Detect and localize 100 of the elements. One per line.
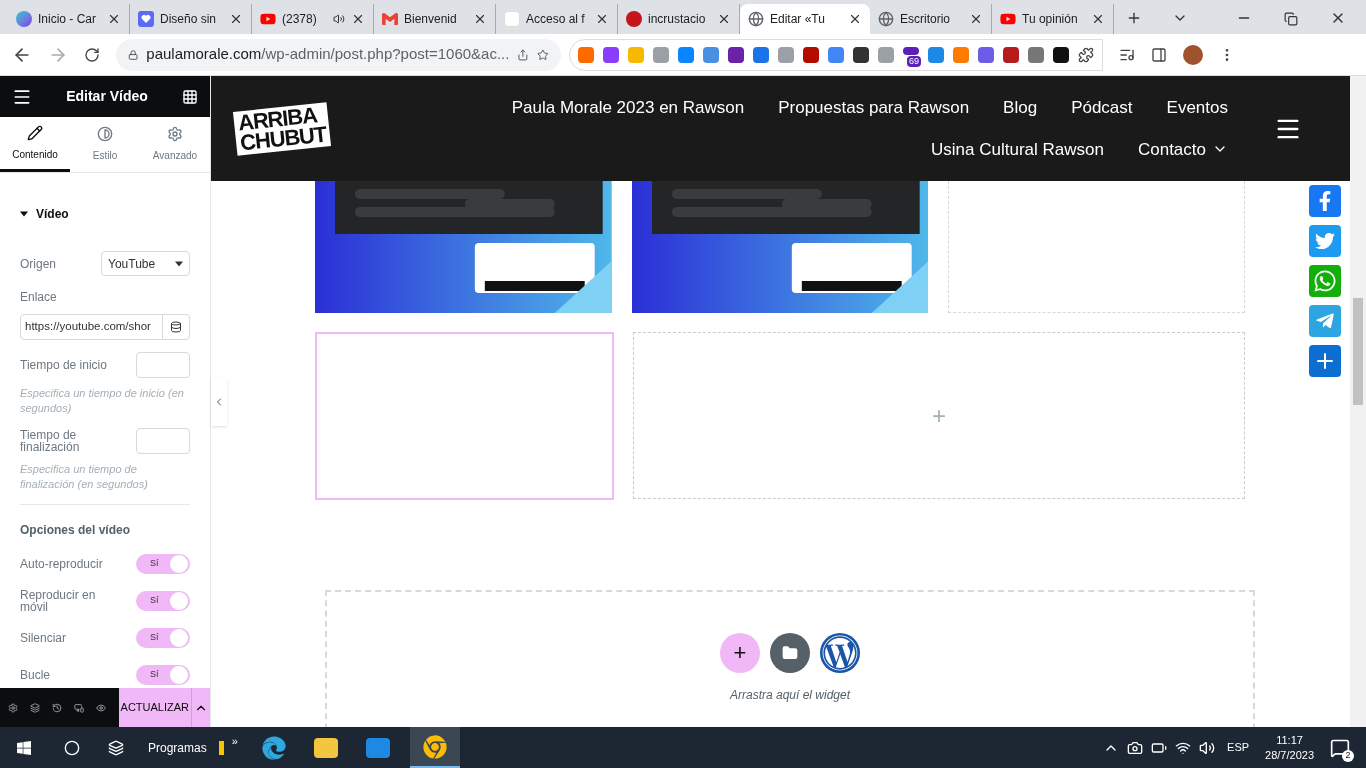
settings-icon[interactable] (8, 700, 19, 715)
notification-count: 2 (1342, 749, 1354, 762)
option-label: Reproducir en móvil (20, 588, 97, 613)
restore-icon[interactable] (1284, 12, 1298, 26)
collapse-handle[interactable] (211, 378, 227, 426)
play-icon (1000, 11, 1016, 27)
tab-title: Editar «Tu (770, 11, 826, 28)
toolbar-marker (218, 740, 224, 755)
toggle-switch[interactable]: Sí (136, 590, 190, 611)
play-icon (260, 11, 276, 27)
edge-icon[interactable] (261, 735, 286, 760)
option-label: Bucle (20, 668, 52, 681)
clock[interactable]: 11:17 28/7/2023 (1265, 732, 1314, 763)
contrast-icon (97, 126, 113, 142)
add-section-button[interactable]: + (720, 633, 760, 673)
apps-grid-icon[interactable] (182, 88, 198, 105)
mail-icon (382, 11, 398, 27)
toggle-switch[interactable]: Sí (136, 664, 190, 685)
close-icon[interactable] (107, 12, 121, 26)
field-label: Origen (20, 255, 57, 273)
section-header[interactable]: Vídeo (20, 205, 190, 223)
panel-tab[interactable]: Avanzado (140, 117, 210, 172)
telegram-icon[interactable] (1315, 311, 1335, 331)
close-icon[interactable] (848, 12, 862, 26)
tab-title: Diseño sin (160, 11, 218, 28)
option-label: Auto-reproducir (20, 557, 104, 570)
option-label: Silenciar (20, 631, 68, 644)
notification-icon[interactable] (1330, 737, 1350, 758)
layers-icon[interactable] (30, 700, 41, 715)
close-icon[interactable] (595, 12, 609, 26)
close-icon[interactable] (717, 12, 731, 26)
reload-icon[interactable] (84, 46, 100, 63)
nav-link[interactable]: Paula Morale 2023 en Rawson (511, 95, 745, 121)
pencil-icon (27, 124, 43, 141)
extension-icon[interactable] (853, 46, 869, 63)
extension-icon[interactable] (1053, 46, 1069, 63)
tab-title: Bienvenid (404, 11, 458, 28)
overflow-chevron[interactable]: » (231, 733, 238, 750)
browser-tab[interactable]: Editar «Tu (740, 4, 870, 34)
side-panel-icon[interactable] (1151, 46, 1167, 63)
close-icon[interactable] (1091, 12, 1105, 26)
volume-icon[interactable] (1199, 739, 1216, 756)
panel-title: Editar Vídeo (66, 87, 148, 106)
nav-link[interactable]: Blog (1003, 95, 1038, 121)
field-label: Tiempo de finalización (20, 429, 81, 453)
url-text: paulamorale.com/wp-admin/post.php?post=1060&ac... (146, 44, 510, 65)
toggle-switch[interactable]: Sí (136, 553, 190, 574)
field-hint: Especifica un tiempo de inicio (en segundos) (20, 386, 185, 416)
site-icon (626, 11, 642, 27)
folder-icon[interactable] (782, 645, 798, 661)
site-logo[interactable]: ARRIBA CHUBUT (232, 101, 332, 156)
scrollbar-thumb[interactable] (1353, 298, 1363, 405)
globe-icon (748, 11, 764, 27)
close-icon[interactable] (229, 12, 243, 26)
extension-icon[interactable] (803, 46, 819, 63)
mail-icon[interactable] (365, 737, 390, 758)
twitter-icon[interactable] (1315, 231, 1335, 251)
task-view-icon[interactable] (108, 739, 124, 756)
caret-icon (175, 260, 183, 267)
toggle-switch[interactable]: Sí (136, 627, 190, 648)
nav-link[interactable]: Pódcast (1071, 95, 1133, 121)
start-icon[interactable] (16, 739, 32, 756)
close-icon[interactable] (969, 12, 983, 26)
end-time-field[interactable] (136, 428, 190, 454)
new-tab-icon[interactable] (1126, 10, 1142, 26)
panel-tab[interactable]: Estilo (70, 117, 140, 172)
whatsapp-icon[interactable] (1313, 269, 1337, 293)
speaker-icon[interactable] (333, 13, 345, 25)
nav-link[interactable]: Propuestas para Rawson (778, 95, 970, 121)
language-indicator[interactable]: ESP (1227, 739, 1250, 756)
tab-title: (2378) (282, 11, 318, 28)
extension-icon[interactable] (728, 46, 744, 63)
tab-title: incrustacio (648, 11, 707, 28)
nav-link[interactable]: Contacto (1137, 136, 1228, 162)
start-time-field[interactable] (136, 352, 190, 378)
drop-hint: Arrastra aquí el widget (729, 687, 851, 704)
extensions-icon[interactable] (1078, 46, 1094, 63)
tab-title: Tu opinión (1022, 11, 1079, 28)
panel-tab[interactable]: Contenido (0, 117, 70, 172)
profile-avatar[interactable] (1183, 44, 1203, 65)
extension-icon[interactable] (903, 46, 919, 55)
chrome-icon[interactable] (422, 734, 447, 759)
nav-link[interactable]: Usina Cultural Rawson (931, 136, 1104, 162)
address-bar[interactable]: paulamorale.com/wp-admin/post.php?post=1060&ac... (116, 38, 561, 71)
close-icon[interactable] (473, 12, 487, 26)
settings-icon (167, 126, 183, 142)
field-hint: Especifica un tiempo de finalización (en segundos) (20, 462, 190, 505)
folder-icon[interactable] (313, 737, 338, 758)
close-icon[interactable] (351, 12, 365, 26)
nav-link[interactable]: Eventos (1166, 95, 1228, 121)
origin-select[interactable]: YouTube (101, 251, 190, 276)
lock-icon (128, 47, 139, 62)
wordpress-icon[interactable] (822, 635, 858, 671)
count-badge: 69 (907, 55, 921, 67)
search-icon[interactable] (64, 739, 80, 756)
extension-icon[interactable] (1003, 46, 1019, 63)
toolbar-label[interactable]: Programas (148, 738, 207, 757)
globe-icon (878, 11, 894, 27)
camera-icon[interactable] (1127, 739, 1144, 756)
field-label: Enlace (20, 289, 58, 306)
